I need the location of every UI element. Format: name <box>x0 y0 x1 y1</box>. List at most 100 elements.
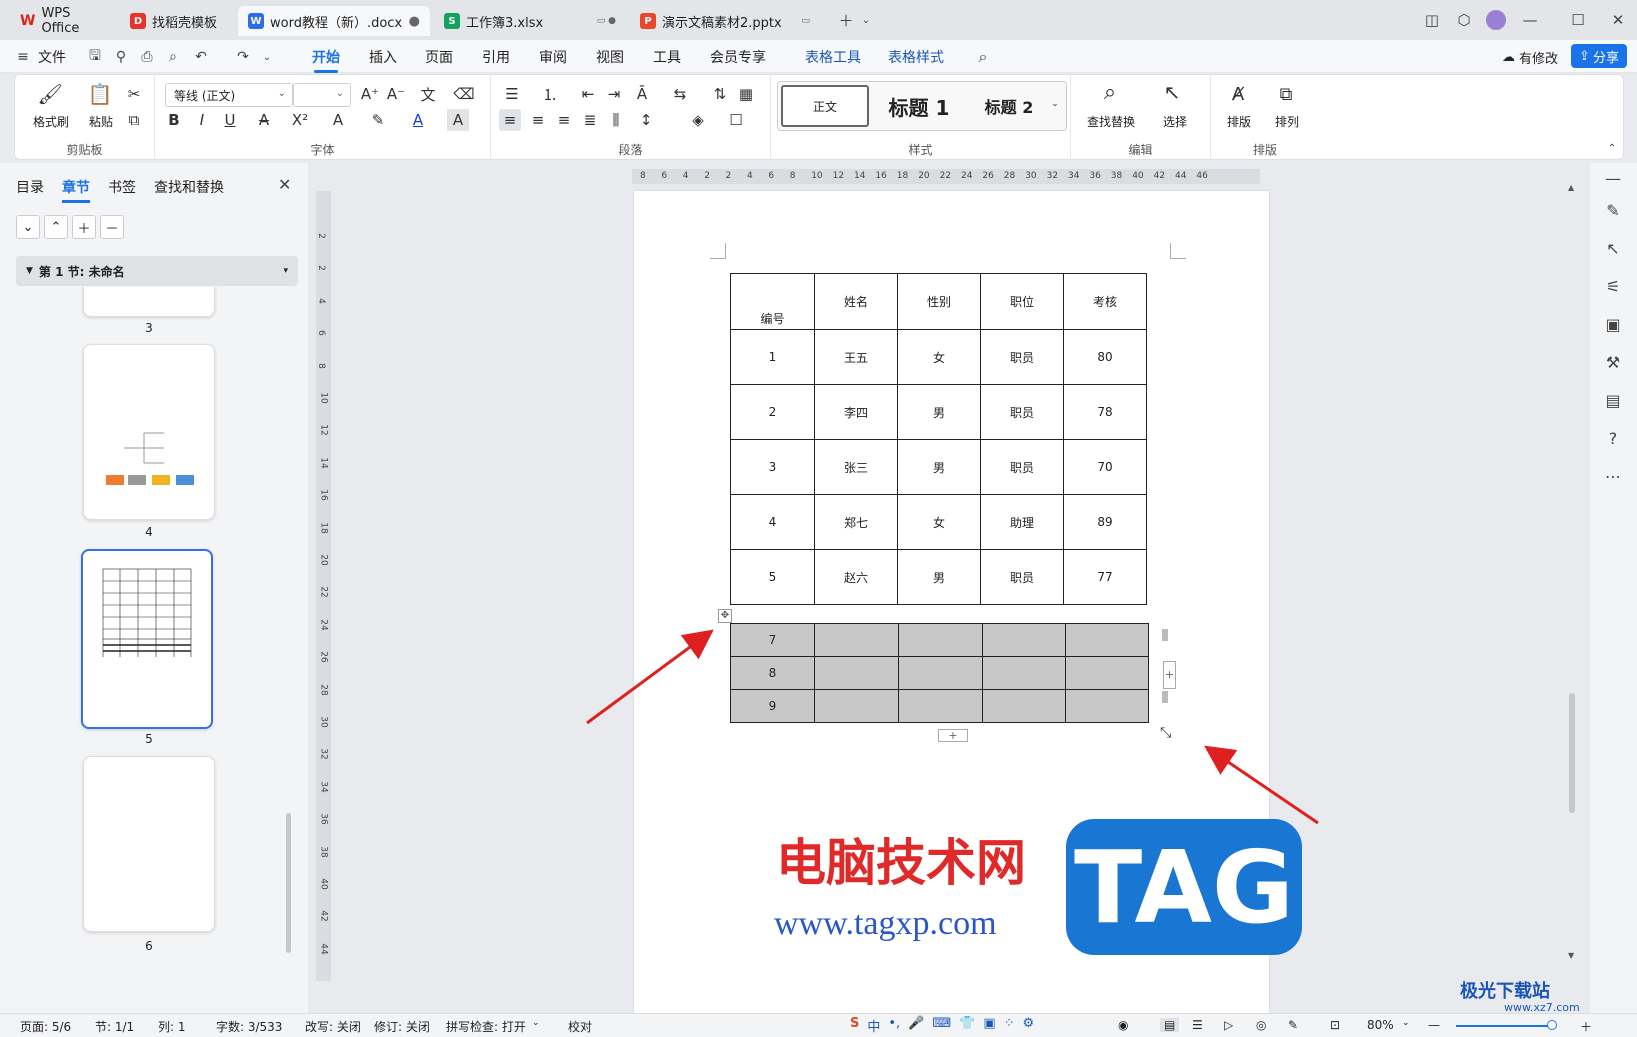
align-center-icon[interactable]: ≡ <box>527 109 549 131</box>
style-heading-1[interactable]: 标题 1 <box>875 85 963 127</box>
search-icon[interactable]: ⌕ <box>974 47 992 66</box>
number-list-icon[interactable]: ⒈ <box>539 83 561 105</box>
cut-icon[interactable]: ✂ <box>123 83 145 105</box>
page-thumbnail[interactable] <box>83 756 215 932</box>
underline-icon[interactable]: U <box>219 109 241 131</box>
zoom-in-icon[interactable]: ＋ <box>1580 1018 1592 1035</box>
gallery-more-icon[interactable]: ⌄ <box>1047 93 1063 115</box>
tab-toc[interactable]: 目录 <box>16 177 44 197</box>
play-icon[interactable]: ▷ <box>1224 1018 1233 1032</box>
select-button[interactable]: 选择 <box>1149 113 1201 130</box>
char-shading-icon[interactable]: A <box>447 109 469 131</box>
menu-member[interactable]: 会员专享 <box>710 47 766 67</box>
web-view-icon[interactable]: ◎ <box>1256 1018 1266 1032</box>
decrease-indent-icon[interactable]: ⇤ <box>577 83 599 105</box>
add-section-button[interactable]: ＋ <box>72 215 96 239</box>
panel-scrollbar[interactable] <box>286 813 291 953</box>
help-icon[interactable]: ? <box>1602 427 1624 449</box>
align-right-icon[interactable]: ≡ <box>553 109 575 131</box>
section-header[interactable]: ▼ 第 1 节: 未命名 ▾ <box>16 256 298 286</box>
document-scrollbar[interactable]: ▲ ▼ <box>1566 163 1578 1013</box>
tab-dot-icon[interactable]: ● <box>409 14 420 29</box>
prev-section-button[interactable]: ⌃ <box>44 215 68 239</box>
collapse-icon[interactable]: — <box>1602 167 1624 189</box>
line-spacing-icon[interactable]: ↕ <box>635 109 657 131</box>
chevron-down-icon[interactable]: ⌄ <box>854 8 878 32</box>
copy-icon[interactable]: ⧉ <box>123 109 145 131</box>
print-preview-icon[interactable]: ⌕ <box>164 48 182 66</box>
zoom-slider-knob[interactable] <box>1547 1020 1557 1030</box>
scroll-up-icon[interactable]: ▲ <box>1568 183 1576 193</box>
format-painter-button[interactable]: 格式刷 <box>29 113 73 130</box>
bullet-list-icon[interactable]: ☰ <box>501 83 523 105</box>
eye-icon[interactable]: ◉ <box>1118 1018 1128 1032</box>
menu-table-tools[interactable]: 表格工具 <box>805 47 861 67</box>
distribute-icon[interactable]: ⫼ <box>605 109 627 131</box>
print-icon[interactable]: ⎙ <box>138 48 156 66</box>
chinese-layout-icon[interactable]: Ā <box>631 83 653 105</box>
collapse-ribbon-icon[interactable]: ⌃ <box>1601 137 1623 159</box>
doc-review-icon[interactable]: ▣ <box>1602 313 1624 335</box>
menu-insert[interactable]: 插入 <box>369 47 397 67</box>
next-section-button[interactable]: ⌄ <box>16 215 40 239</box>
style-normal[interactable]: 正文 <box>781 85 869 127</box>
align-left-icon[interactable]: ≡ <box>499 109 521 131</box>
scrollbar-thumb[interactable] <box>1569 693 1575 813</box>
font-size-select[interactable]: ⌄ <box>293 83 351 107</box>
tab-docer[interactable]: D 找稻壳模板 <box>120 6 235 36</box>
save-icon[interactable]: 🖫 <box>86 48 104 66</box>
bold-icon[interactable]: B <box>163 109 185 131</box>
chevron-down-icon[interactable]: ⌄ <box>258 48 276 66</box>
avatar[interactable] <box>1484 8 1508 32</box>
undo-icon[interactable]: ↶ <box>192 48 210 66</box>
shading-icon[interactable]: ◈ <box>687 109 709 131</box>
page-view-icon[interactable]: ▤ <box>1160 1018 1180 1032</box>
tab-wps-office[interactable]: W WPS Office <box>10 6 118 36</box>
menu-references[interactable]: 引用 <box>482 47 510 67</box>
arrange-icon[interactable]: ⧉ <box>1275 83 1297 105</box>
status-page[interactable]: 页面: 5/6 <box>20 1018 71 1035</box>
tab-bookmarks[interactable]: 书签 <box>108 177 136 197</box>
sort-icon[interactable]: ⇅ <box>709 83 731 105</box>
zoom-out-icon[interactable]: — <box>1428 1018 1440 1032</box>
close-icon[interactable]: ✕ <box>1606 8 1630 32</box>
tab-monitor-icon[interactable]: ▭ <box>801 16 810 26</box>
status-proof[interactable]: 校对 <box>568 1018 592 1035</box>
link-icon[interactable]: ⚲ <box>112 48 130 66</box>
italic-icon[interactable]: I <box>191 109 213 131</box>
status-overtype[interactable]: 改写: 关闭 <box>305 1018 361 1035</box>
more-icon[interactable]: ⋯ <box>1602 465 1624 487</box>
tab-excel[interactable]: S 工作簿3.xlsx ▭ ● <box>434 6 626 36</box>
menu-view[interactable]: 视图 <box>596 47 624 67</box>
zoom-slider[interactable] <box>1456 1025 1556 1027</box>
sliders-icon[interactable]: ⚟ <box>1602 275 1624 297</box>
tab-word-doc[interactable]: W word教程（新）.docx ● <box>238 6 430 36</box>
clear-format-icon[interactable]: ⌫ <box>453 83 475 105</box>
layout-icon[interactable]: ◫ <box>1420 8 1444 32</box>
modified-indicator[interactable]: ☁ 有修改 <box>1502 48 1558 67</box>
tab-ppt[interactable]: P 演示文稿素材2.pptx ▭ <box>630 6 820 36</box>
remove-section-button[interactable]: － <box>100 215 124 239</box>
menu-home[interactable]: 开始 <box>312 47 340 73</box>
tab-dot-icon[interactable]: ▭ ● <box>597 16 616 26</box>
layout-text-icon[interactable]: Ⱥ <box>1227 83 1249 105</box>
menu-table-style[interactable]: 表格样式 <box>888 47 944 67</box>
page-thumbnail[interactable] <box>83 287 215 317</box>
menu-tools[interactable]: 工具 <box>653 47 681 67</box>
justify-icon[interactable]: ≣ <box>579 109 601 131</box>
select-cursor-icon[interactable]: ↖ <box>1161 80 1183 104</box>
ime-toolbar[interactable]: S 中 •, 🎤 ⌨ 👕 ▣ ⁘ ⚙ <box>850 1016 1034 1035</box>
page-thumbnail-selected[interactable] <box>81 549 213 729</box>
tab-sections[interactable]: 章节 <box>62 177 90 203</box>
pen-mode-icon[interactable]: ✎ <box>1288 1018 1298 1032</box>
highlight-icon[interactable]: ✎ <box>367 109 389 131</box>
style-heading-2[interactable]: 标题 2 <box>965 85 1053 127</box>
increase-font-icon[interactable]: A⁺ <box>359 83 381 105</box>
share-button[interactable]: ⇪ 分享 <box>1571 44 1627 68</box>
border-icon[interactable]: ☐ <box>725 109 747 131</box>
pen-icon[interactable]: ✎ <box>1602 199 1624 221</box>
font-name-select[interactable]: 等线 (正文) ⌄ <box>165 83 293 107</box>
arrange-button[interactable]: 排列 <box>1263 113 1311 130</box>
outline-view-icon[interactable]: ☰ <box>1192 1018 1203 1032</box>
show-marks-icon[interactable]: ▦ <box>735 83 757 105</box>
